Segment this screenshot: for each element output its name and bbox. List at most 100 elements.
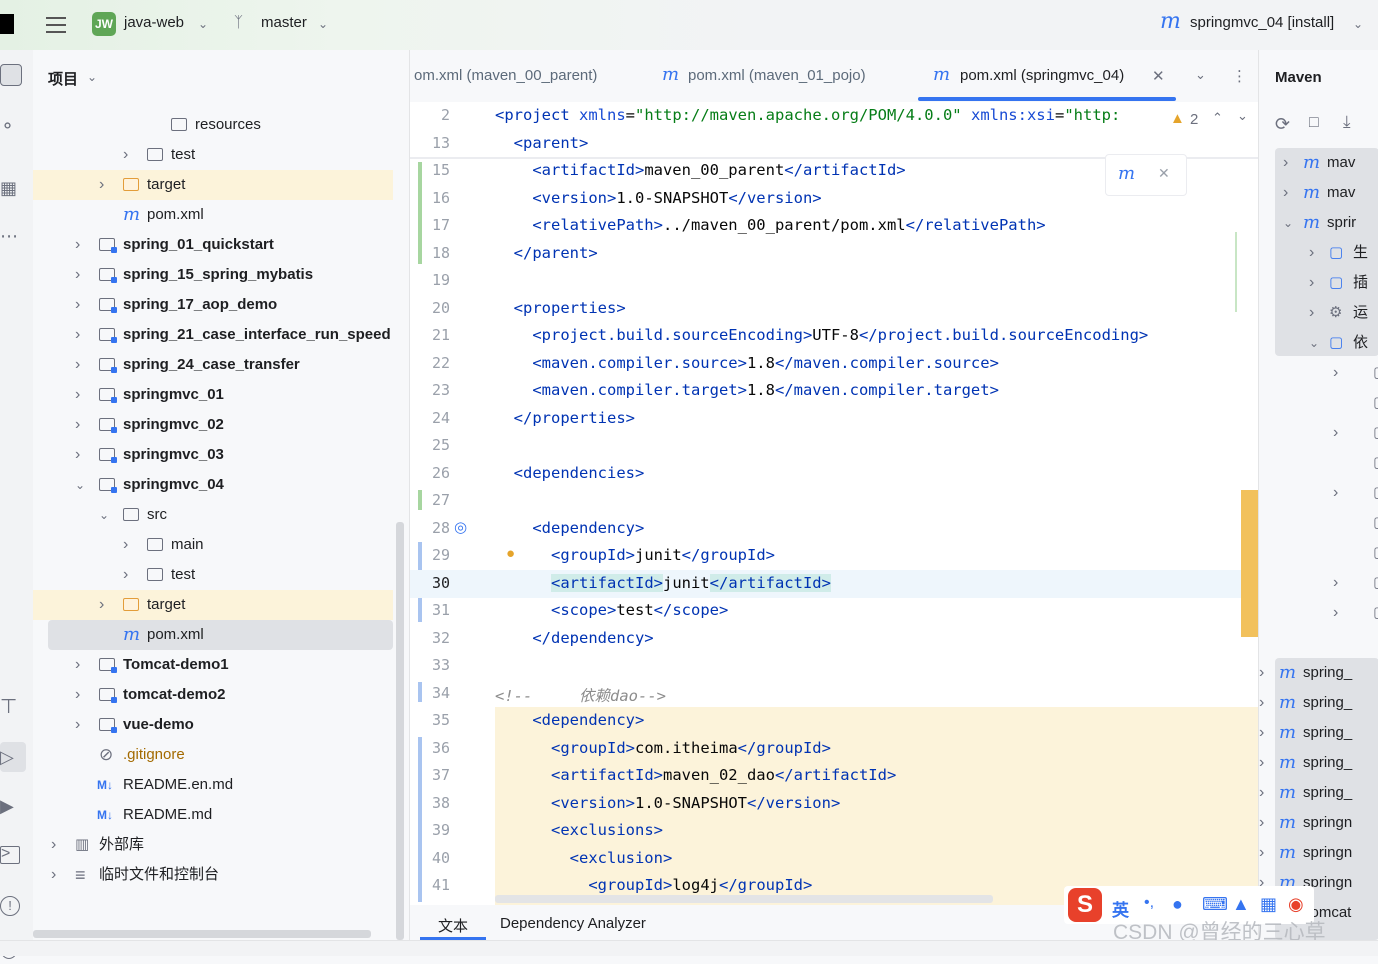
tree-item-spring-24-case-transfer[interactable]: › spring_24_case_transfer [33,350,393,380]
tree-item-springmvc-04[interactable]: ⌄ springmvc_04 [33,470,393,500]
tree-item-springmvc-03[interactable]: › springmvc_03 [33,440,393,470]
reload-icon[interactable]: ⟳ [1275,114,1290,135]
warning-icon[interactable]: ▲ [1170,110,1185,127]
chevron-right-icon[interactable]: › [75,320,87,350]
maven-tree-item[interactable]: › ▢ 插 [1259,268,1378,298]
chevron-right-icon[interactable]: › [1259,658,1271,688]
code-line[interactable]: </dependency> [495,629,653,647]
maven-tree-item[interactable]: ▢ [1259,508,1378,538]
chevron-up-icon[interactable]: ⌃ [1212,110,1223,126]
chevron-right-icon[interactable]: › [1309,298,1321,328]
tree-item-pom-xml[interactable]: m pom.xml [33,200,393,230]
tree-item-src[interactable]: ⌄ src [33,500,393,530]
code-line[interactable]: <dependency> [495,711,644,729]
maven-tree-item[interactable]: › m spring_ [1259,658,1378,688]
chevron-right-icon[interactable]: › [1309,268,1321,298]
code-line[interactable]: <dependency> [495,519,644,537]
maven-tree-item[interactable]: ⌄ ▢ 依 [1259,328,1378,358]
code-line[interactable]: <artifactId>junit</artifactId> [495,573,831,592]
microphone-icon[interactable]: ● [1172,894,1183,915]
tree-item-target[interactable]: › target [33,170,393,200]
chevron-right-icon[interactable]: › [99,170,111,200]
commit-tool-icon[interactable]: ⚬ [0,116,24,140]
chevron-right-icon[interactable]: › [123,530,135,560]
run-tool-icon[interactable]: ▷ [0,742,26,772]
chevron-right-icon[interactable]: › [75,650,87,680]
chevron-right-icon[interactable]: › [75,260,87,290]
maven-tree-item[interactable]: › m springn [1259,808,1378,838]
code-line[interactable]: </properties> [495,409,635,427]
skin-icon[interactable]: ▲ [1232,894,1250,915]
chevron-right-icon[interactable]: › [1309,238,1321,268]
chevron-right-icon[interactable]: › [123,140,135,170]
tab-maven-01-pojo-pom[interactable]: pom.xml (maven_01_pojo) [688,67,866,84]
horizontal-scrollbar[interactable] [495,895,993,903]
tree-vertical-scrollbar[interactable] [396,522,404,940]
chevron-right-icon[interactable]: › [51,860,63,890]
project-tool-icon[interactable] [0,64,22,86]
tab-more-icon[interactable]: ⋮ [1232,67,1247,85]
mascot-icon[interactable]: ◉ [1288,894,1304,915]
editor-scrollbar-marker[interactable] [1241,490,1258,637]
tree-item-readme-md[interactable]: M↓ README.md [33,800,393,830]
chevron-down-icon[interactable]: ⌄ [99,500,111,530]
chevron-right-icon[interactable]: › [1259,718,1271,748]
chevron-right-icon[interactable]: › [1283,178,1295,208]
maven-tree-item[interactable]: › ⚙ 运 [1259,298,1378,328]
more-tools-icon[interactable]: ⋯ [0,226,24,250]
branch-selector[interactable]: master [261,14,307,31]
tree-item-target[interactable]: › target [33,590,393,620]
chevron-right-icon[interactable]: › [75,410,87,440]
problems-tool-icon[interactable]: ! [0,896,20,916]
code-line[interactable]: <artifactId>maven_02_dao</artifactId> [495,766,896,784]
maven-tree-item[interactable]: ▢ [1259,538,1378,568]
chevron-right-icon[interactable]: › [75,230,87,260]
code-line[interactable]: <groupId>log4j</groupId> [495,876,812,894]
project-selector[interactable]: java-web [124,14,184,31]
maven-tree-item[interactable]: › m spring_ [1259,778,1378,808]
chevron-right-icon[interactable]: › [1333,358,1345,388]
code-line[interactable]: <groupId>junit</groupId> [495,546,775,564]
tab-maven-00-parent-pom[interactable]: om.xml (maven_00_parent) [414,67,597,84]
project-panel-title[interactable]: 项目 [48,68,78,89]
tree-item-spring-17-aop-demo[interactable]: › spring_17_aop_demo [33,290,393,320]
main-menu-icon[interactable] [46,16,66,34]
tree-item-tomcat-demo1[interactable]: › Tomcat-demo1 [33,650,393,680]
tree-item-pom-xml[interactable]: m pom.xml [48,620,393,650]
code-editor[interactable]: 2 <project xmlns="http://maven.apache.org… [410,102,1258,905]
code-line[interactable]: <maven.compiler.source>1.8</maven.compil… [495,354,999,372]
code-line[interactable]: <maven.compiler.target>1.8</maven.compil… [495,381,999,399]
tree-item-[interactable]: › ▥ 外部库 [33,830,393,860]
tree-item-spring-01-quickstart[interactable]: › spring_01_quickstart [33,230,393,260]
tab-dependency-analyzer[interactable]: Dependency Analyzer [500,915,646,932]
maven-tree-item[interactable]: ›▢ [1259,598,1378,628]
chevron-down-icon[interactable]: ⌄ [87,70,97,84]
chevron-right-icon[interactable]: › [75,290,87,320]
code-line[interactable]: <!-- 依赖dao--> [495,684,666,706]
app-logo-icon[interactable] [0,14,14,34]
chevron-down-icon[interactable]: ⌄ [1237,108,1248,124]
chevron-right-icon[interactable]: › [99,590,111,620]
chevron-right-icon[interactable]: › [123,560,135,590]
code-line[interactable]: <artifactId>maven_00_parent</artifactId> [495,161,905,179]
code-line[interactable]: <groupId>com.itheima</groupId> [495,739,831,757]
tree-horizontal-scrollbar[interactable] [33,930,371,938]
tab-text[interactable]: 文本 [438,915,468,936]
chevron-right-icon[interactable]: › [1333,418,1345,448]
code-line[interactable]: <project.build.sourceEncoding>UTF-8</pro… [495,326,1148,344]
run-config-selector[interactable]: springmvc_04 [install] [1190,14,1334,31]
maven-tree-item[interactable]: › m spring_ [1259,748,1378,778]
tree-item-vue-demo[interactable]: › vue-demo [33,710,393,740]
maven-tree-item[interactable]: ▢ [1259,388,1378,418]
code-line[interactable]: <dependencies> [495,464,645,482]
chevron-right-icon[interactable]: › [51,830,63,860]
tree-item-test[interactable]: › test [33,560,393,590]
gutter-override-icon[interactable]: ◎ [454,518,467,536]
chevron-right-icon[interactable]: › [75,440,87,470]
keyboard-icon[interactable]: ⌨ [1202,894,1228,915]
maven-tree-item[interactable]: › m spring_ [1259,688,1378,718]
tree-item-main[interactable]: › main [33,530,393,560]
chevron-right-icon[interactable]: › [75,350,87,380]
chevron-right-icon[interactable]: › [1259,808,1271,838]
tree-item-spring-21-case-interface-run-speed[interactable]: › spring_21_case_interface_run_speed [33,320,393,350]
